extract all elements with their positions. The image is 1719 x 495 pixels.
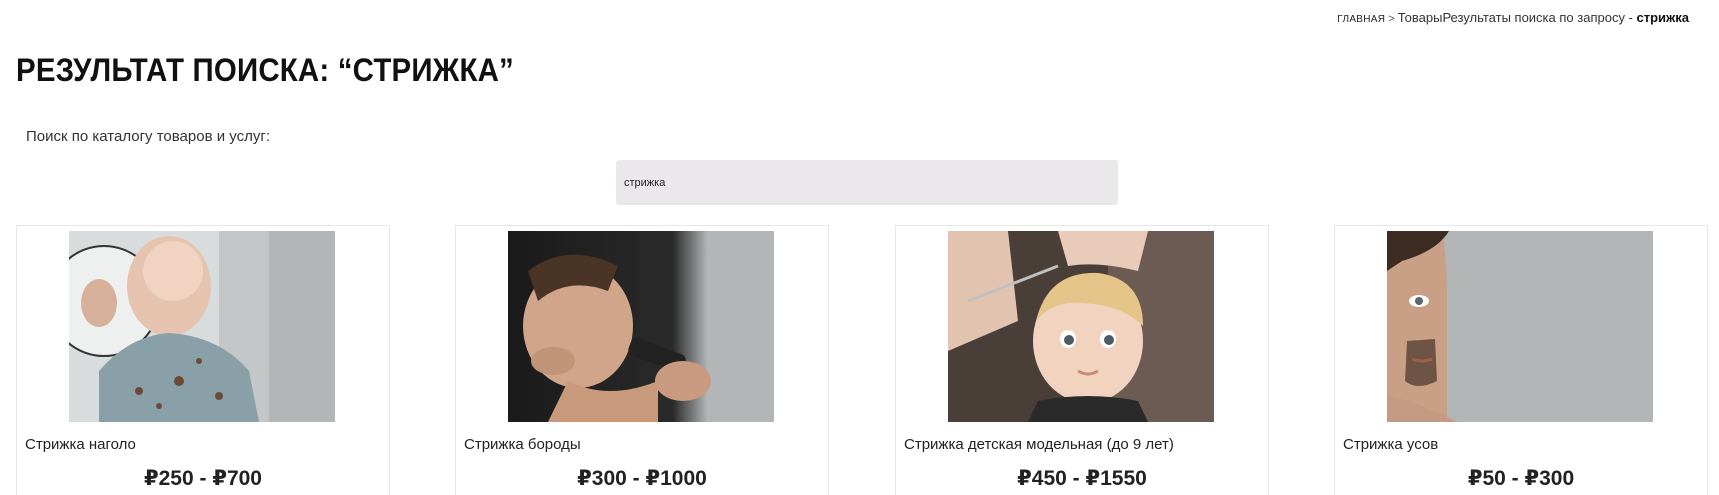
product-image-child-haircut[interactable]: [948, 231, 1214, 422]
product-card[interactable]: Стрижка наголо ₽250 - ₽700: [16, 225, 390, 495]
product-price: ₽250 - ₽700: [144, 467, 262, 490]
bald-haircut-photo-icon: [69, 231, 335, 422]
product-name[interactable]: Стрижка усов: [1343, 436, 1438, 453]
product-price: ₽50 - ₽300: [1467, 467, 1575, 490]
mustache-trim-photo-icon: [1387, 231, 1653, 422]
product-image-mustache-trim[interactable]: [1387, 231, 1653, 422]
breadcrumb-results-label: Результаты поиска по запросу -: [1442, 10, 1637, 25]
product-price: ₽300 - ₽1000: [577, 467, 707, 490]
page-title: РЕЗУЛЬТАТ ПОИСКА: “СТРИЖКА”: [16, 52, 514, 88]
product-card[interactable]: Стрижка детская модельная (до 9 лет) ₽45…: [895, 225, 1269, 495]
product-grid: Стрижка наголо ₽250 - ₽700 Стрижка бород…: [0, 225, 1719, 495]
product-card[interactable]: Стрижка бороды ₽300 - ₽1000: [455, 225, 829, 495]
search-label: Поиск по каталогу товаров и услуг:: [26, 128, 270, 145]
breadcrumb-section-link[interactable]: Товары: [1398, 10, 1443, 25]
product-card[interactable]: Стрижка усов ₽50 - ₽300: [1334, 225, 1708, 495]
product-image-beard-trim[interactable]: [508, 231, 774, 422]
product-image-bald-haircut[interactable]: [69, 231, 335, 422]
breadcrumb-home-link[interactable]: главная: [1337, 14, 1385, 25]
breadcrumb-query: стрижка: [1636, 10, 1689, 25]
breadcrumb-separator: >: [1388, 13, 1395, 25]
product-name[interactable]: Стрижка бороды: [464, 436, 581, 453]
product-price: ₽450 - ₽1550: [1017, 467, 1147, 490]
product-name[interactable]: Стрижка наголо: [25, 436, 136, 453]
beard-trim-photo-icon: [508, 231, 774, 422]
breadcrumb: главная > ТоварыРезультаты поиска по запро…: [1337, 10, 1689, 25]
product-name[interactable]: Стрижка детская модельная (до 9 лет): [904, 436, 1174, 453]
child-haircut-photo-icon: [948, 231, 1214, 422]
search-input[interactable]: [616, 160, 1118, 205]
